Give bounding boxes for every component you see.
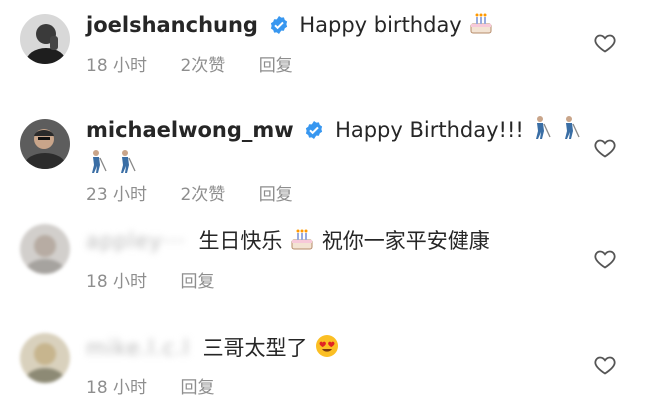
like-heart-icon[interactable] bbox=[593, 31, 617, 55]
like-heart-icon[interactable] bbox=[593, 247, 617, 271]
avatar[interactable] bbox=[20, 333, 70, 383]
verified-badge-icon bbox=[270, 16, 287, 34]
avatar[interactable] bbox=[20, 119, 70, 169]
comment-text: 生日快乐 bbox=[198, 229, 283, 253]
comment-text: Happy Birthday!!! bbox=[335, 118, 524, 142]
like-count[interactable]: 2次赞 bbox=[180, 185, 225, 205]
avatar[interactable] bbox=[20, 14, 70, 64]
like-count[interactable]: 2次赞 bbox=[180, 56, 225, 76]
comment-timestamp: 18 小时 bbox=[86, 56, 148, 76]
username[interactable]: joelshanchung bbox=[86, 13, 258, 37]
golfer-icon bbox=[536, 116, 552, 139]
reply-button[interactable]: 回复 bbox=[180, 272, 214, 292]
comment-timestamp: 23 小时 bbox=[86, 185, 148, 205]
username[interactable]: appley··· bbox=[86, 229, 186, 253]
golfer-icon bbox=[565, 116, 580, 139]
comment-timestamp: 18 小时 bbox=[86, 272, 148, 292]
comment-timestamp: 18 小时 bbox=[86, 378, 148, 398]
verified-badge-icon bbox=[306, 121, 323, 139]
like-heart-icon[interactable] bbox=[593, 136, 617, 160]
golfer-icon bbox=[92, 150, 107, 173]
like-heart-icon[interactable] bbox=[593, 353, 617, 377]
avatar[interactable] bbox=[20, 224, 70, 274]
heart-eyes-face-icon bbox=[316, 335, 339, 357]
username[interactable]: mike.l.c.l bbox=[86, 336, 190, 360]
reply-button[interactable]: 回复 bbox=[259, 185, 293, 205]
reply-button[interactable]: 回复 bbox=[259, 56, 293, 76]
golfer-icon bbox=[120, 150, 136, 173]
comment-text: Happy birthday bbox=[299, 13, 462, 37]
reply-button[interactable]: 回复 bbox=[180, 378, 214, 398]
comment-text-continued: 祝你一家平安健康 bbox=[321, 229, 490, 253]
birthday-cake-icon bbox=[470, 13, 492, 34]
username[interactable]: michaelwong_mw bbox=[86, 118, 294, 142]
comment-text: 三哥太型了 bbox=[202, 336, 308, 360]
birthday-cake-icon bbox=[291, 229, 313, 250]
